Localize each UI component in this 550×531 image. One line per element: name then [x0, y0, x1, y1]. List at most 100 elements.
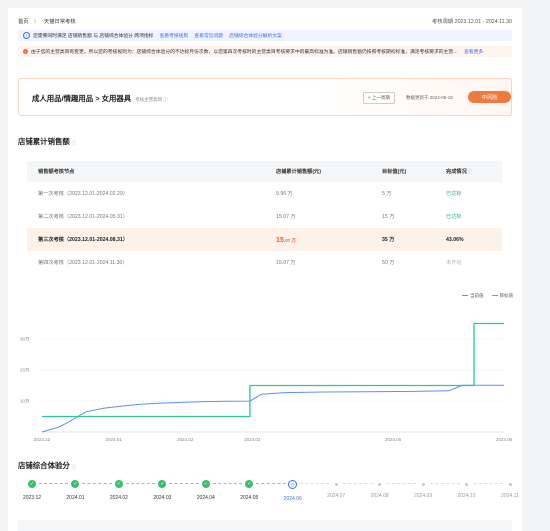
- column-header: 店铺累计销售额(元): [276, 169, 321, 175]
- category-card: 成人用品/情趣用品 > 女用器具 考核主营类目 ⓘ < 上一周期 数据更新于 20…: [18, 78, 512, 116]
- pending-dot-icon: [334, 482, 338, 486]
- category-path: 成人用品/情趣用品 > 女用器具: [32, 94, 132, 103]
- page-card: 首页 〉 天猫日常考核 考核周期 2023.12.01 - 2024.11.30…: [8, 8, 522, 531]
- table-header: 销售额考核节点 店铺累计销售额(元) 目标值(元) 完成情况ⓘ: [27, 161, 502, 182]
- y-tick-label: 20万: [20, 368, 30, 374]
- node-cell: 第一次考核（2023.12.01-2024.02.29）: [38, 191, 128, 197]
- breadcrumb-current: 天猫日常考核: [43, 19, 76, 25]
- sales-unit: .07 万: [284, 238, 297, 243]
- faq-link[interactable]: 查看常见问题: [194, 32, 223, 39]
- timeline-month[interactable]: 2024.11: [492, 480, 522, 499]
- check-icon: ✓: [71, 480, 80, 488]
- target-cell: 50 万: [382, 260, 395, 266]
- timeline-month-label: 2023.12: [22, 495, 42, 501]
- column-header-text: 完成情况: [446, 169, 467, 175]
- check-icon: ✓: [114, 480, 123, 488]
- score-summary-card: 5 4 0: [18, 520, 512, 531]
- risk-level-button[interactable]: 中风险: [468, 91, 511, 103]
- info-icon: i: [23, 32, 30, 39]
- check-icon: ✓: [201, 480, 210, 488]
- info-text: 您需要同时满足 店铺销售额 与 店铺综合体验分 两项指标: [33, 34, 154, 39]
- sales-value: 15: [276, 235, 284, 244]
- target-cell: 15 万: [382, 214, 395, 220]
- pending-dot-icon: [508, 482, 512, 486]
- help-icon[interactable]: ⓘ: [163, 97, 168, 102]
- score-title-text: 店铺综合体验分: [18, 461, 70, 470]
- info-banner: i 您需要同时满足 店铺销售额 与 店铺综合体验分 两项指标 查看考核规则 查看…: [18, 30, 512, 41]
- node-cell: 第四次考核（2023.12.01-2024.11.30）: [38, 260, 128, 266]
- breadcrumb-separator: 〉: [33, 19, 39, 25]
- y-tick-label: 10万: [20, 399, 30, 405]
- status-cell: 43.06%: [446, 236, 464, 243]
- previous-period-button[interactable]: < 上一周期: [363, 92, 395, 104]
- status-cell: 已达标: [446, 191, 462, 197]
- check-icon: ✓: [158, 480, 167, 488]
- score-section-title: 店铺综合体验分 ⓘ: [18, 460, 76, 471]
- current-value-line: [41, 384, 504, 433]
- table-row: 第一次考核（2023.12.01-2024.02.29） 9.96 万 5 万 …: [27, 182, 502, 205]
- category-name: 成人用品/情趣用品 > 女用器具 考核主营类目 ⓘ: [32, 93, 168, 104]
- pending-dot-icon: [378, 482, 382, 486]
- help-icon[interactable]: ⓘ: [72, 464, 77, 469]
- breadcrumb-home[interactable]: 首页: [18, 17, 29, 25]
- y-tick-label: 30万: [20, 337, 30, 343]
- category-hint: 考核主营类目 ⓘ: [135, 97, 168, 102]
- table-row: 第二次考核（2023.12.01-2024.05.31） 15.07 万 15 …: [27, 205, 502, 228]
- top-bar: 首页 〉 天猫日常考核 考核周期 2023.12.01 - 2024.11.30: [18, 14, 512, 26]
- timeline-month-label: 2024.08: [370, 492, 389, 499]
- sales-cell: 15.07 万: [276, 260, 296, 266]
- node-cell: 第三次考核（2023.12.01-2024.08.31）: [38, 237, 128, 243]
- month-timeline: ✓ 2023.12 ✓ 2024.01 ✓ 2024.02 ✓ 2024.03 ✓ 2024.04…: [18, 480, 519, 510]
- table-row: 第四次考核（2023.12.01-2024.11.30） 15.07 万 50 …: [27, 251, 502, 274]
- x-tick-label: 2024.03: [244, 437, 261, 442]
- timeline-month-label: 2024.07: [327, 492, 346, 499]
- status-cell: 已达标: [446, 214, 462, 220]
- x-tick-label: 2024.02: [177, 437, 194, 442]
- timeline-month-label: 2024.03: [153, 495, 172, 501]
- sales-cell: 15.07 万: [276, 214, 296, 220]
- x-tick-label: 2024.01: [105, 437, 122, 442]
- timeline-month-label: 2024.02: [109, 495, 128, 501]
- help-icon[interactable]: ⓘ: [72, 140, 77, 145]
- score-explain-link[interactable]: 店铺综合体验分解析文案: [229, 32, 282, 39]
- breadcrumb: 首页 〉 天猫日常考核: [18, 17, 76, 25]
- see-more-link[interactable]: 查看更多: [464, 48, 483, 55]
- check-icon: ✓: [28, 480, 36, 488]
- clock-icon: ◷: [288, 480, 298, 489]
- sales-cell: 9.96 万: [276, 191, 293, 197]
- target-cell: 5 万: [382, 191, 392, 197]
- column-header: 目标值(元): [382, 169, 407, 175]
- category-hint-text: 考核主营类目: [135, 97, 163, 102]
- timeline-month-label: 2024.05: [240, 495, 259, 501]
- sales-section-title: 店铺累计销售额 ⓘ: [18, 136, 76, 147]
- pending-dot-icon: [421, 482, 425, 486]
- help-icon[interactable]: ⓘ: [467, 169, 472, 175]
- warning-text: 由于您的主营类目有变更，所以您的考核规则为：店铺综合体验分的不达标月份次数，以您…: [31, 50, 461, 55]
- status-cell: 未开始: [446, 260, 462, 266]
- timeline-month-label: 2024.09: [414, 492, 433, 499]
- table-row-current: 第三次考核（2023.12.01-2024.08.31） 15.07 万 35 …: [27, 228, 502, 251]
- x-tick-label: 2024.06: [496, 437, 513, 442]
- node-cell: 第二次考核（2023.12.01-2024.05.31）: [38, 214, 128, 220]
- sales-table: 销售额考核节点 店铺累计销售额(元) 目标值(元) 完成情况ⓘ 第一次考核（20…: [27, 161, 502, 274]
- pending-dot-icon: [465, 482, 469, 486]
- x-tick-label: 2024.05: [385, 437, 402, 442]
- check-icon: ✓: [245, 480, 254, 488]
- timeline-month-label: 2024.06: [283, 496, 302, 502]
- rules-link[interactable]: 查看考核规则: [159, 32, 188, 39]
- sales-line-chart: 10万 20万 30万 2023.12 2024.01 2024.02 2024.03 202…: [20, 322, 513, 442]
- timeline-month-label: 2024.11: [501, 492, 519, 499]
- timeline-month-label: 2024.10: [457, 492, 476, 499]
- column-header: 完成情况ⓘ: [446, 168, 502, 175]
- column-header: 销售额考核节点: [38, 169, 75, 175]
- timeline-month-label: 2024.04: [196, 495, 215, 501]
- timeline-month-label: 2024.01: [66, 495, 85, 501]
- sales-title-text: 店铺累计销售额: [18, 137, 70, 146]
- warning-banner: ! 由于您的主营类目有变更，所以您的考核规则为：店铺综合体验分的不达标月份次数，…: [18, 46, 512, 57]
- assessment-period: 考核周期 2023.12.01 - 2024.11.30: [432, 19, 512, 25]
- x-tick-label: 2023.12: [34, 437, 51, 442]
- sales-cell: 15.07 万: [276, 235, 382, 244]
- target-cell: 35 万: [382, 237, 395, 243]
- data-updated-text: 数据更新于 2024-06-18: [406, 95, 453, 100]
- warning-icon: !: [23, 49, 28, 54]
